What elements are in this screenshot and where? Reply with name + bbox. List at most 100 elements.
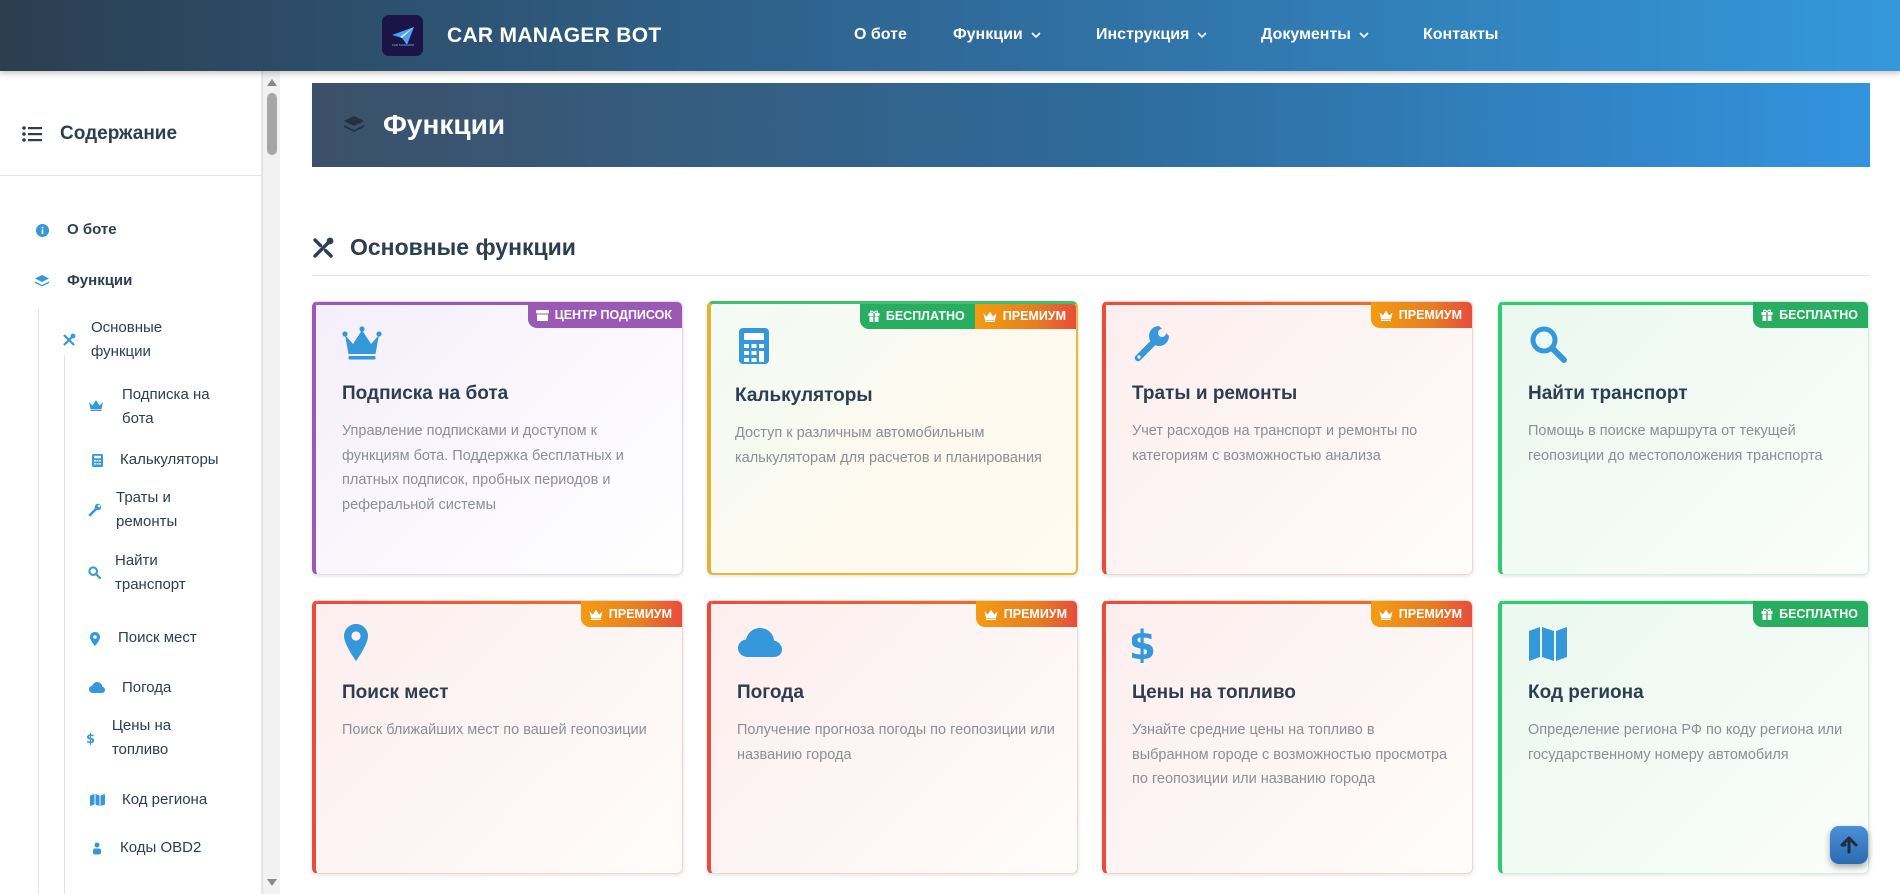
sidebar-scrollbar[interactable] xyxy=(262,71,280,894)
feature-card-calculators[interactable]: БЕСПЛАТНО ПРЕМИУМ Калькуляторы Доступ к … xyxy=(707,301,1078,575)
svg-text:CAR MANAGER: CAR MANAGER xyxy=(391,43,413,47)
nav-functions[interactable]: Функции xyxy=(953,26,1041,44)
card-title: Найти транспорт xyxy=(1528,383,1688,404)
nav-instructions-label: Инструкция xyxy=(1096,26,1190,43)
toc-item-functions[interactable]: Функции xyxy=(33,269,132,293)
badge-label: ЦЕНТР ПОДПИСОК xyxy=(554,308,672,322)
badge-label: ПРЕМИУМ xyxy=(1398,308,1462,322)
nav-functions-label: Функции xyxy=(953,26,1023,43)
toc-header: Содержание xyxy=(22,123,177,145)
brand-title[interactable]: CAR MANAGER BOT xyxy=(447,24,662,48)
page-title: Функции xyxy=(383,109,506,140)
top-navbar: CAR MANAGER CAR MANAGER BOT О боте Функц… xyxy=(0,0,1900,71)
card-description: Получение прогноза погоды по геопозиции … xyxy=(737,722,1055,763)
arrow-up-icon xyxy=(1840,836,1858,854)
toc-item-expenses[interactable]: Траты и ремонты xyxy=(88,486,198,534)
calculator-icon xyxy=(91,454,103,467)
chevron-down-icon xyxy=(1197,32,1207,39)
nav-instructions[interactable]: Инструкция xyxy=(1096,26,1207,44)
dollar-icon: $ xyxy=(86,732,95,745)
toc-item-calculators[interactable]: Калькуляторы xyxy=(88,448,219,472)
toc-item-weather[interactable]: Погода xyxy=(88,676,171,700)
crown-icon xyxy=(984,609,998,620)
card-description: Определение региона РФ по коду региона и… xyxy=(1528,722,1843,763)
toc-sidebar: Содержание О боте Функции Основные функц… xyxy=(0,71,262,894)
badge-premium: ПРЕМИУМ xyxy=(580,601,682,627)
toc-label: Найти транспорт xyxy=(115,552,186,593)
toc-item-main-functions[interactable]: Основные функции xyxy=(61,316,211,364)
toc-label: Траты и ремонты xyxy=(116,489,178,530)
toc-title: Содержание xyxy=(60,123,178,144)
badge-label: БЕСПЛАТНО xyxy=(1779,308,1858,322)
nav-documents-label: Документы xyxy=(1261,26,1351,43)
svg-text:$: $ xyxy=(1132,623,1156,663)
toc-label: Коды OBD2 xyxy=(120,839,202,856)
store-icon xyxy=(535,309,549,321)
cloud-icon xyxy=(89,682,105,693)
badge-label: ПРЕМИУМ xyxy=(1002,309,1066,323)
card-title: Цены на топливо xyxy=(1132,682,1296,703)
badge-premium: ПРЕМИУМ xyxy=(1370,601,1472,627)
toc-label: Подписка на бота xyxy=(122,386,210,427)
crown-icon xyxy=(1379,310,1393,321)
feature-card-find-transport[interactable]: БЕСПЛАТНО Найти транспорт Помощь в поиск… xyxy=(1498,301,1869,575)
nav-about[interactable]: О боте xyxy=(854,26,907,44)
toc-item-region-code[interactable]: Код региона xyxy=(88,788,207,812)
toc-guide-line xyxy=(38,309,39,894)
badge-free: БЕСПЛАТНО xyxy=(1753,302,1868,328)
toc-item-places[interactable]: Поиск мест xyxy=(86,626,197,650)
badge-premium: ПРЕМИУМ xyxy=(975,601,1077,627)
toc-label: Функции xyxy=(67,272,133,289)
crown-icon xyxy=(342,326,382,360)
feature-card-fuel-prices[interactable]: ПРЕМИУМ $ Цены на топливо Узнайте средни… xyxy=(1102,600,1473,874)
cloud-icon xyxy=(738,628,782,657)
layers-icon xyxy=(344,116,364,132)
card-title: Подписка на бота xyxy=(342,383,509,404)
badge-label: БЕСПЛАТНО xyxy=(1779,607,1858,621)
wrench-icon xyxy=(88,503,102,517)
toc-item-about[interactable]: О боте xyxy=(33,218,117,242)
toc-label: Калькуляторы xyxy=(120,451,219,468)
list-icon xyxy=(22,126,42,142)
feature-card-subscription[interactable]: ЦЕНТР ПОДПИСОК Подписка на бота Управлен… xyxy=(312,301,683,575)
toc-item-obd2[interactable]: Коды OBD2 xyxy=(88,836,201,860)
calculator-icon xyxy=(739,328,769,364)
gift-icon xyxy=(1761,608,1773,620)
scroll-up-arrow-icon[interactable] xyxy=(267,79,277,86)
feature-card-places[interactable]: ПРЕМИУМ Поиск мест Поиск ближайших мест … xyxy=(312,600,683,874)
brand[interactable]: CAR MANAGER CAR MANAGER BOT xyxy=(382,15,662,56)
crown-icon xyxy=(983,311,997,322)
toc-item-fuel-prices[interactable]: $ Цены на топливо xyxy=(84,714,204,762)
toc-label: О боте xyxy=(67,221,117,238)
scrollbar-thumb[interactable] xyxy=(267,93,277,155)
brand-logo[interactable]: CAR MANAGER xyxy=(382,15,423,56)
section-divider xyxy=(312,275,1870,276)
badge-label: ПРЕМИУМ xyxy=(1003,607,1067,621)
nav-documents[interactable]: Документы xyxy=(1261,26,1369,44)
toc-item-subscription[interactable]: Подписка на бота xyxy=(88,383,218,431)
obd-icon xyxy=(93,842,101,855)
search-icon xyxy=(1530,326,1567,363)
badge-free: БЕСПЛАТНО xyxy=(1753,601,1868,627)
map-icon xyxy=(89,794,105,806)
card-title: Поиск мест xyxy=(342,682,449,703)
chevron-down-icon xyxy=(1031,32,1041,39)
badge-free: БЕСПЛАТНО xyxy=(859,304,975,329)
toc-divider xyxy=(0,175,261,176)
wrench-icon xyxy=(1134,326,1169,362)
feature-card-weather[interactable]: ПРЕМИУМ Погода Получение прогноза погоды… xyxy=(707,600,1078,874)
toc-item-find-transport[interactable]: Найти транспорт xyxy=(88,549,198,597)
scroll-to-top-button[interactable] xyxy=(1830,826,1868,864)
layers-icon xyxy=(35,275,49,287)
card-description: Управление подписками и доступом к функц… xyxy=(342,423,624,513)
badge-label: ПРЕМИУМ xyxy=(1398,607,1462,621)
scroll-down-arrow-icon[interactable] xyxy=(267,879,277,886)
feature-card-region-code[interactable]: БЕСПЛАТНО Код региона Определение регион… xyxy=(1498,600,1869,874)
crown-icon xyxy=(89,400,103,411)
card-title: Погода xyxy=(737,682,804,703)
feature-card-expenses[interactable]: ПРЕМИУМ Траты и ремонты Учет расходов на… xyxy=(1102,301,1473,575)
toc-label: Основные функции xyxy=(90,319,163,360)
nav-contacts[interactable]: Контакты xyxy=(1423,26,1498,44)
paper-plane-icon: CAR MANAGER xyxy=(391,26,414,47)
gift-icon xyxy=(1761,309,1773,321)
